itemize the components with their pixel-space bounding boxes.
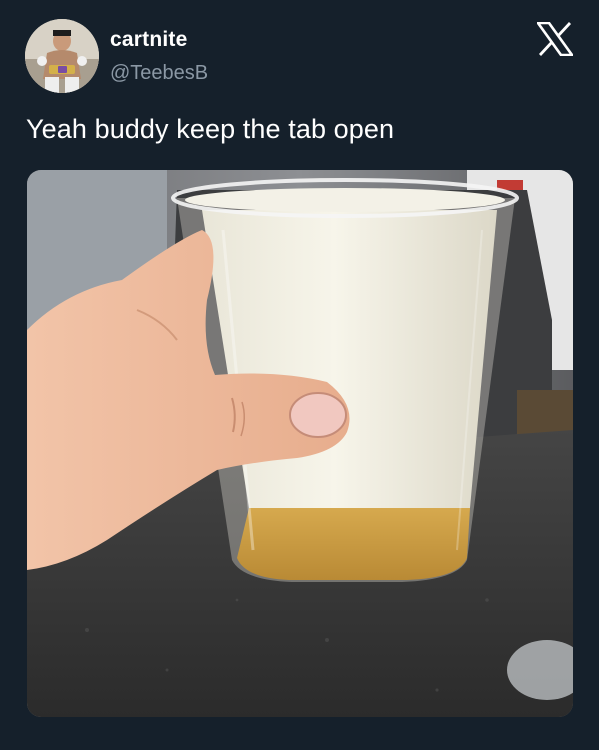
x-logo-icon <box>535 21 575 57</box>
tweet-media-photo[interactable] <box>27 170 573 717</box>
user-handle[interactable]: @TeebesB <box>110 62 208 85</box>
display-name[interactable]: cartnite <box>110 28 187 52</box>
avatar-image <box>25 19 99 93</box>
beer-cup-photo <box>27 170 573 717</box>
tweet-text: Yeah buddy keep the tab open <box>26 114 395 144</box>
avatar[interactable] <box>25 19 99 93</box>
tweet-card: cartnite @TeebesB Yeah buddy keep the ta… <box>0 0 599 750</box>
